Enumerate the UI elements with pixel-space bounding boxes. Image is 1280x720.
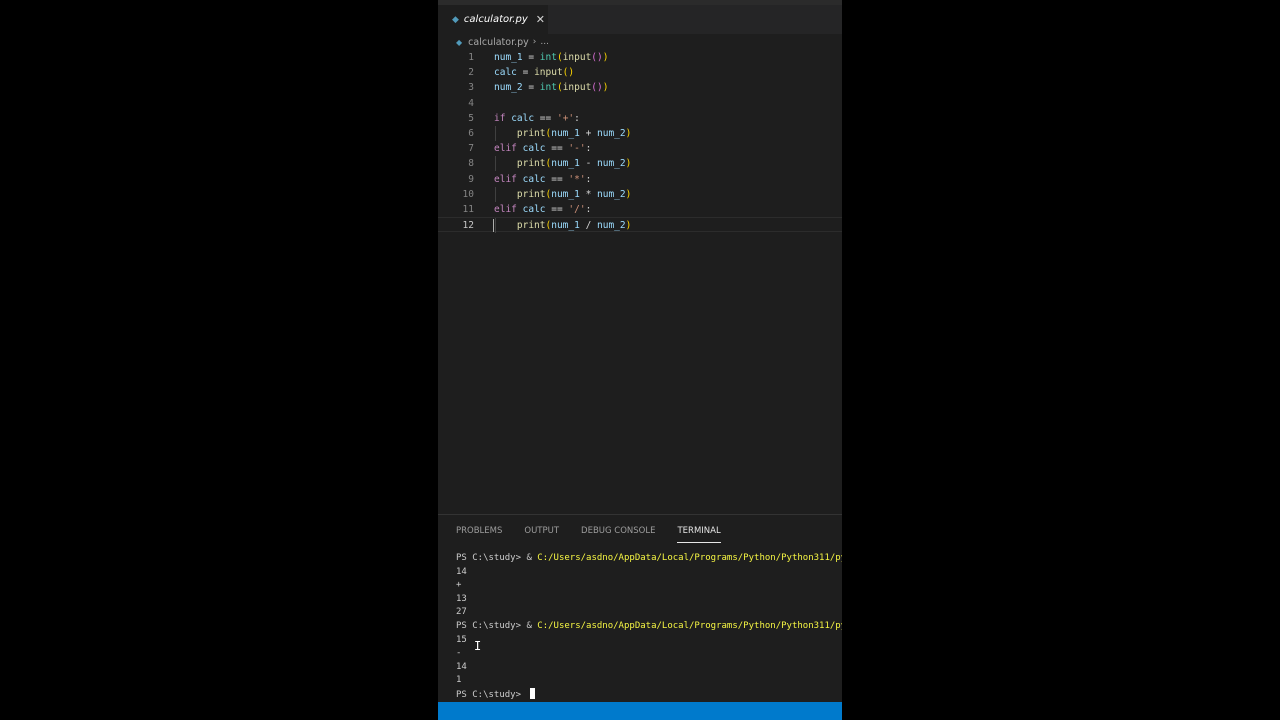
code-line[interactable]: 5 if calc == '+': — [438, 111, 842, 126]
code-text: print(num_1 + num_2) — [516, 128, 632, 139]
line-number: 4 — [468, 97, 474, 109]
line-number: 5 — [468, 112, 474, 124]
line-number: 12 — [462, 220, 474, 232]
tab-label: calculator.py — [463, 14, 528, 25]
code-text: if calc == '+': — [494, 112, 580, 124]
line-number: 6 — [468, 128, 474, 139]
vscode-window: ◆ calculator.py ✕ ◆ calculator.py › ... … — [438, 0, 842, 720]
breadcrumb-more[interactable]: ... — [540, 37, 549, 47]
terminal-line: 14 — [456, 566, 467, 577]
line-number: 3 — [468, 82, 474, 94]
code-line[interactable]: 4 — [438, 96, 842, 111]
line-number: 11 — [462, 204, 474, 215]
code-line[interactable]: 11 elif calc == '/': — [438, 202, 842, 217]
breadcrumb: ◆ calculator.py › ... — [438, 34, 842, 50]
terminal-line: + — [456, 580, 462, 591]
terminal-line: 14 — [456, 661, 467, 672]
terminal-output[interactable]: PS C:\study> & C:/Users/asdno/AppData/Lo… — [456, 552, 842, 702]
line-number: 9 — [468, 173, 474, 185]
terminal-line: PS C:\study> — [456, 687, 842, 702]
line-number: 10 — [462, 188, 474, 200]
line-number: 2 — [468, 67, 474, 79]
terminal-line: 15 — [456, 634, 467, 645]
code-text: elif calc == '*': — [494, 173, 592, 185]
terminal-line: PS C:\study> & C:/Users/asdno/AppData/Lo… — [456, 553, 842, 563]
bottom-panel: PROBLEMS OUTPUT DEBUG CONSOLE TERMINAL P… — [438, 514, 842, 703]
code-text: calc = input() — [494, 67, 575, 79]
editor-tab-bar: ◆ calculator.py ✕ — [438, 5, 842, 34]
code-text: elif calc == '-': — [494, 143, 592, 155]
terminal-cursor — [530, 687, 536, 699]
tab-terminal[interactable]: TERMINAL — [677, 523, 721, 543]
terminal-line: PS C:\study> & C:/Users/asdno/AppData/Lo… — [456, 620, 842, 631]
breadcrumb-file[interactable]: calculator.py — [468, 37, 529, 48]
panel-tabs: PROBLEMS OUTPUT DEBUG CONSOLE TERMINAL — [456, 523, 743, 543]
breadcrumb-separator: › — [532, 37, 537, 47]
code-text: print(num_1 / num_2) — [516, 220, 632, 232]
code-line[interactable]: 8 print(num_1 - num_2) — [438, 156, 842, 172]
line-number: 8 — [468, 158, 474, 170]
code-text: num_2 = int(input()) — [494, 82, 609, 94]
code-line[interactable]: 12 print(num_1 / num_2) — [438, 217, 842, 234]
code-text: elif calc == '/': — [494, 204, 592, 215]
code-line[interactable]: 1 num_1 = int(input()) — [438, 50, 842, 65]
close-icon[interactable]: ✕ — [536, 13, 545, 26]
code-line[interactable]: 3 num_2 = int(input()) — [438, 80, 842, 95]
code-line[interactable]: 2 calc = input() — [438, 65, 842, 80]
terminal-line: 13 — [456, 593, 467, 604]
code-text: num_1 = int(input()) — [494, 52, 609, 63]
code-text: print(num_1 * num_2) — [516, 188, 632, 200]
code-editor[interactable]: 1 num_1 = int(input()) 2 calc = input() 3 num… — [438, 50, 842, 514]
line-number: 1 — [468, 52, 474, 63]
code-line[interactable]: 9 elif calc == '*': — [438, 172, 842, 187]
code-text: print(num_1 - num_2) — [516, 158, 632, 170]
python-file-icon: ◆ — [456, 37, 463, 47]
code-line[interactable]: 7 elif calc == '-': — [438, 141, 842, 156]
code-line[interactable]: 6 print(num_1 + num_2) — [438, 126, 842, 141]
status-bar — [438, 702, 842, 720]
tab-output[interactable]: OUTPUT — [524, 523, 559, 543]
line-number: 7 — [468, 143, 474, 155]
terminal-line: 1 — [456, 675, 462, 686]
tab-problems[interactable]: PROBLEMS — [456, 523, 502, 543]
terminal-line: - — [456, 648, 462, 659]
tab-calculator-py[interactable]: ◆ calculator.py ✕ — [438, 5, 548, 34]
terminal-line: 27 — [456, 607, 467, 618]
text-cursor-icon: I — [474, 639, 482, 653]
code-line[interactable]: 10 print(num_1 * num_2) — [438, 186, 842, 202]
python-file-icon: ◆ — [452, 14, 459, 25]
tab-debug-console[interactable]: DEBUG CONSOLE — [581, 523, 655, 543]
